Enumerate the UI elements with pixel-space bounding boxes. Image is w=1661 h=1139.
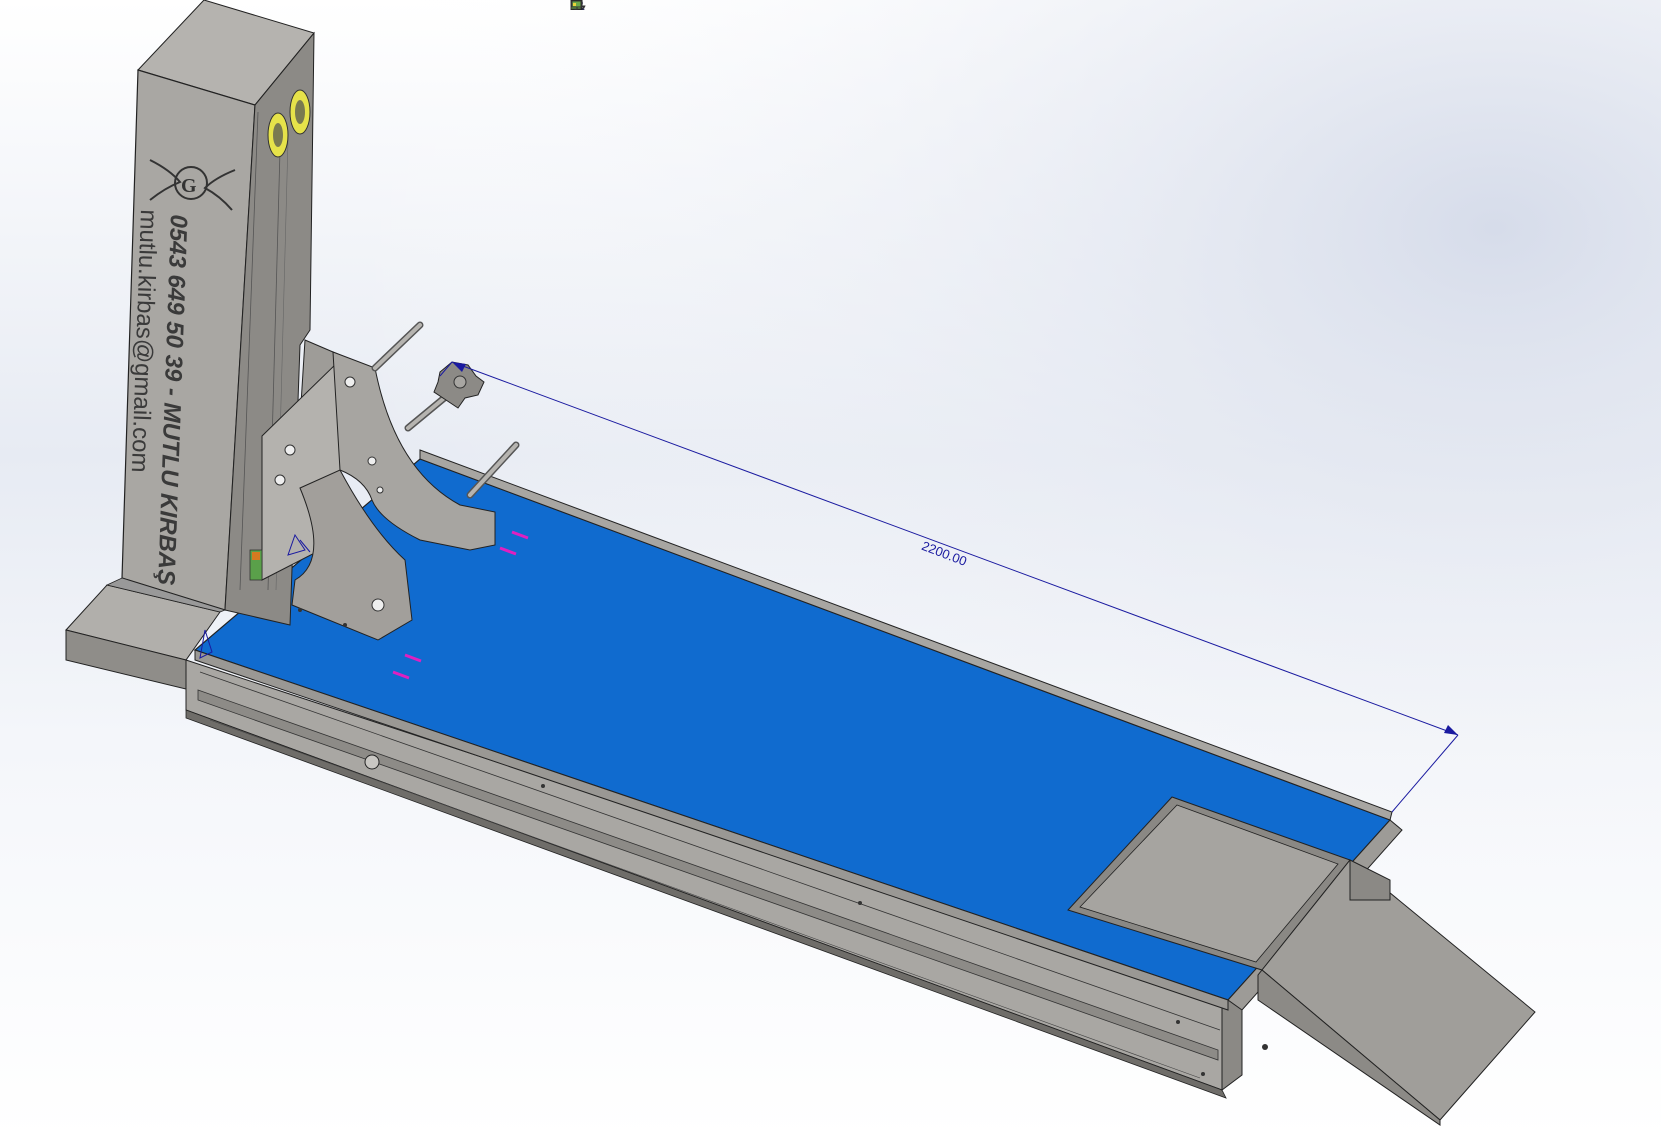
svg-text:G: G bbox=[181, 175, 197, 197]
view-settings-icon[interactable]: ▾ bbox=[571, 0, 816, 12]
edit-appearance-icon[interactable] bbox=[571, 0, 768, 12]
zoom-to-area-icon[interactable] bbox=[571, 0, 616, 12]
previous-view-icon[interactable] bbox=[571, 0, 640, 12]
svg-text:▾: ▾ bbox=[582, 4, 586, 10]
hide-show-items-icon[interactable]: ▾ bbox=[570, 0, 744, 12]
section-view-icon[interactable] bbox=[571, 0, 664, 12]
model-canvas[interactable]: G bbox=[0, 0, 1661, 1139]
heads-up-view-toolbar: ▾ ▾ ▾ ▾ ▾ bbox=[570, 0, 900, 14]
apply-scene-icon[interactable]: ▾ bbox=[570, 0, 792, 12]
graphics-viewport[interactable]: G 2200.00 0543 649 50 39 - MUTLU KIRBAŞ … bbox=[0, 0, 1661, 1139]
display-style-icon[interactable]: ▾ bbox=[572, 0, 720, 12]
view-orientation-icon[interactable]: ▾ bbox=[572, 0, 688, 12]
